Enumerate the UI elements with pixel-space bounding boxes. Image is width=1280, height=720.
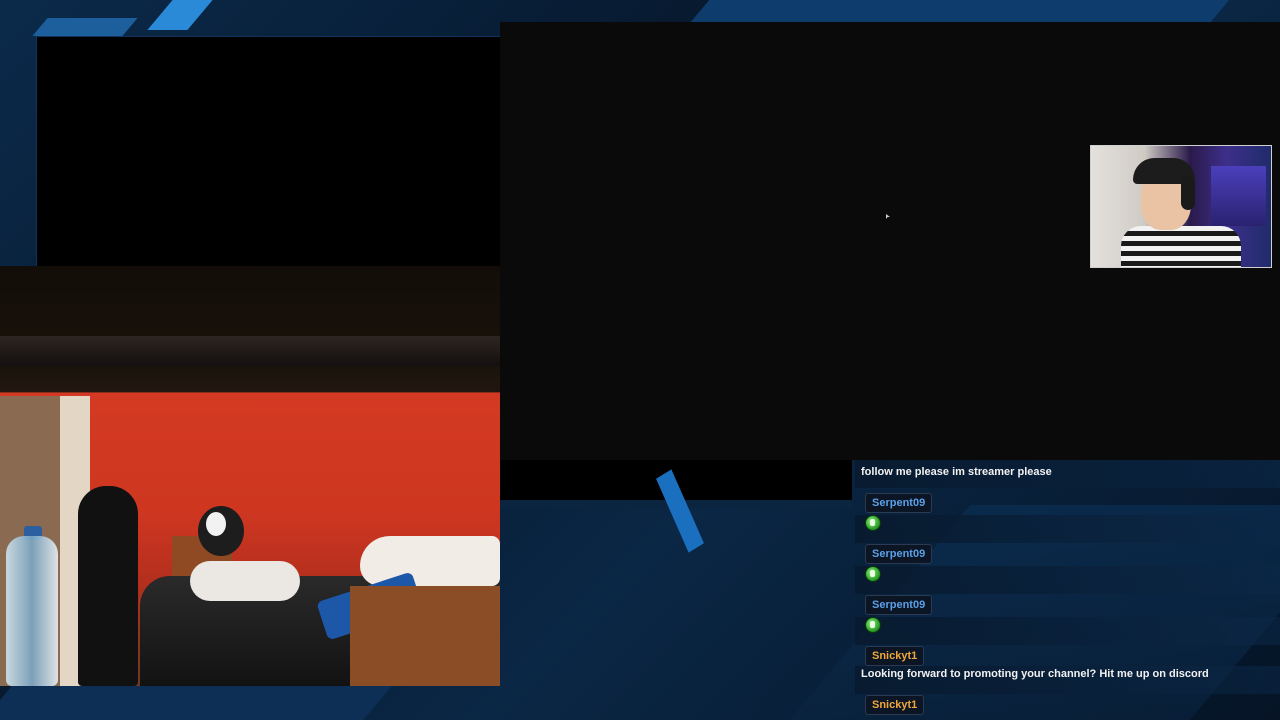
chat-username[interactable]: Serpent09 — [865, 493, 933, 513]
lit-shelf — [1211, 166, 1266, 226]
green-emote-icon — [865, 566, 881, 582]
microphone — [78, 486, 138, 686]
plush-face — [206, 512, 226, 536]
ceiling — [0, 336, 500, 366]
decor-stripe — [32, 18, 138, 36]
chat-username[interactable]: Serpent09 — [865, 544, 933, 564]
chat-message-text: Looking forward to promoting your channe… — [861, 668, 1209, 680]
streamer-webcam — [1090, 145, 1272, 268]
water-bottle — [6, 536, 58, 686]
chat-username[interactable]: Snickyt1 — [865, 646, 925, 666]
game-capture-area — [47, 47, 501, 267]
chat-overlay: follow me please im streamer please Serp… — [855, 460, 1280, 720]
green-emote-icon — [865, 617, 881, 633]
chat-username[interactable]: Snickyt1 — [865, 695, 925, 715]
striped-shirt — [1121, 226, 1241, 267]
pillow — [360, 536, 500, 586]
mouse-cursor-icon — [886, 214, 890, 219]
decor-stripe — [0, 680, 397, 720]
chat-message-text: follow me please im streamer please — [861, 466, 1052, 478]
room-camera-feed — [0, 266, 500, 686]
chat-row-background — [855, 515, 1280, 543]
decor-stripe — [690, 0, 1230, 22]
desk — [350, 586, 500, 686]
game-capture-frame — [36, 36, 502, 268]
chat-row-background — [855, 566, 1280, 594]
green-emote-icon — [865, 515, 881, 531]
chat-username[interactable]: Serpent09 — [865, 595, 933, 615]
chat-row-background — [855, 617, 1280, 645]
pillow — [190, 561, 300, 601]
headset-icon — [1181, 176, 1195, 210]
